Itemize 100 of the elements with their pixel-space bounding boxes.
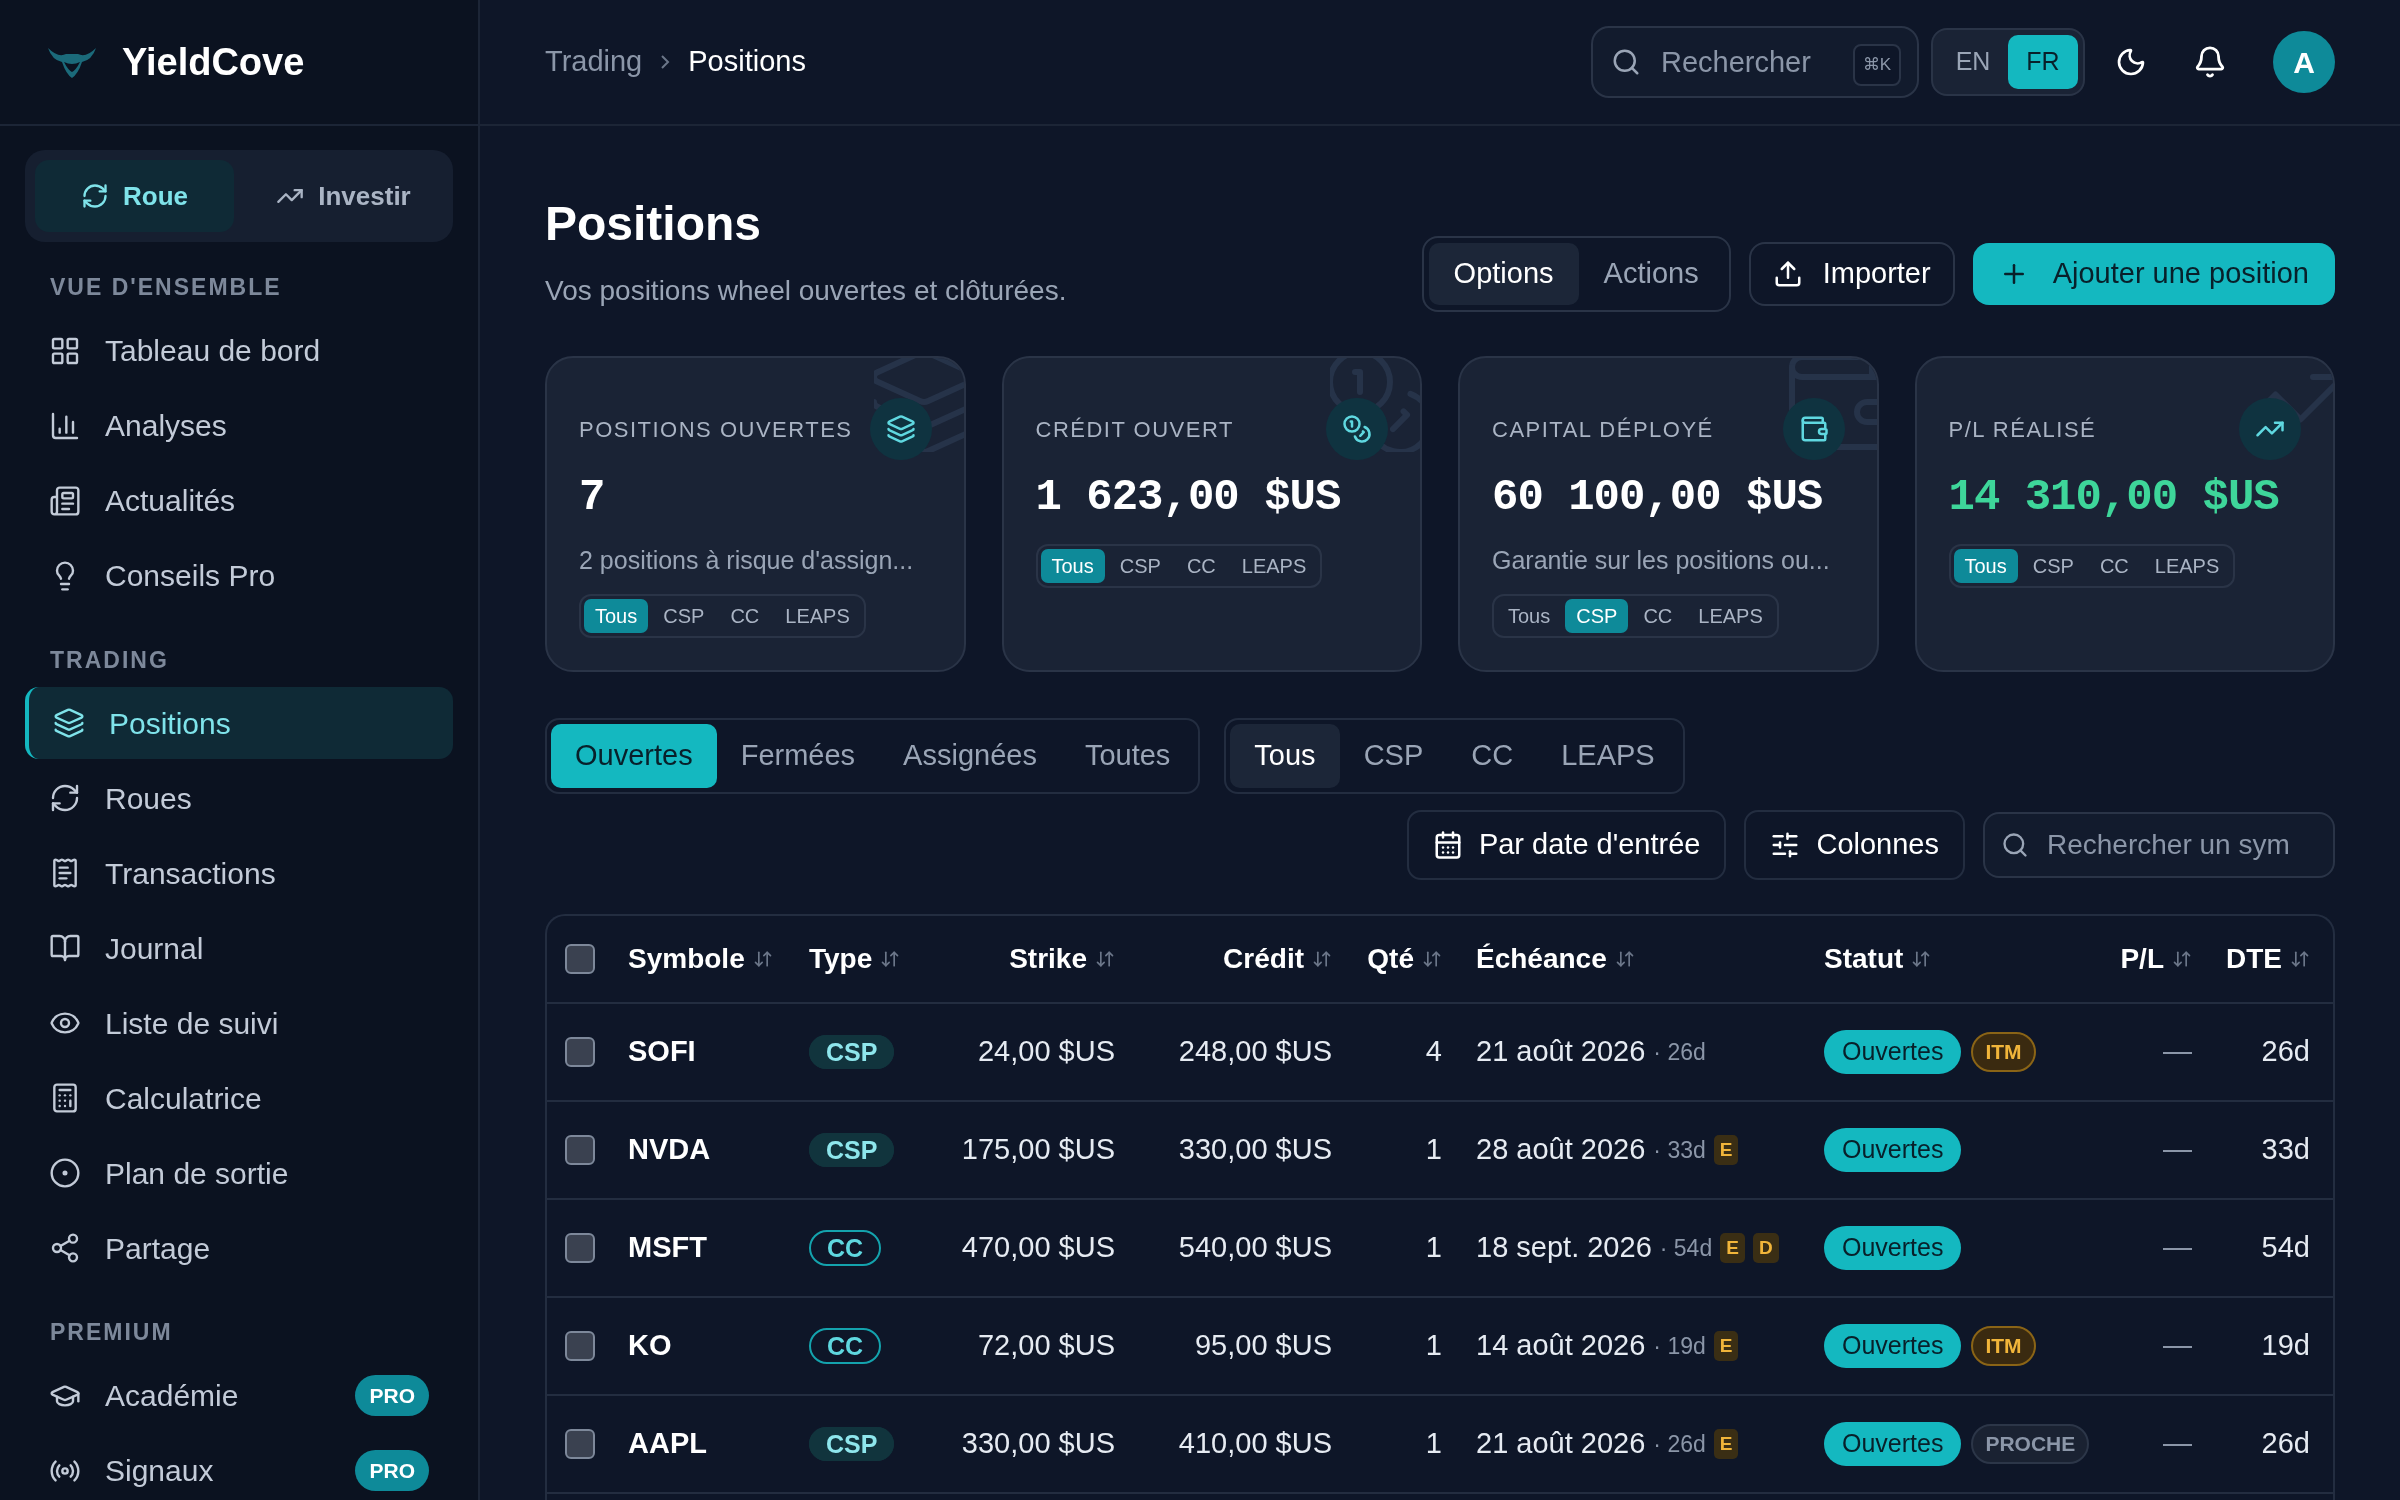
days-left: · 54d [1659,1233,1713,1263]
column-header[interactable]: Échéance [1476,938,1635,980]
filter-chip[interactable]: CC [1632,598,1684,633]
pl-cell: — [2163,1035,2192,1068]
row-checkbox[interactable] [565,1331,595,1361]
filter-chip[interactable]: Tous [584,598,649,633]
type-badge: CC [809,1230,882,1267]
filter-chip[interactable]: LEAPS [2143,549,2231,583]
notifications-icon[interactable] [2193,45,2227,79]
column-header[interactable]: Statut [1824,938,1932,980]
row-checkbox[interactable] [565,1429,595,1459]
add-position-button[interactable]: Ajouter une position [1972,243,2335,305]
nav-item[interactable]: Plan de sortie [25,1137,453,1209]
filter-chip[interactable]: CC [2088,549,2140,583]
filter-chip[interactable]: LEAPS [1230,549,1318,583]
filter-chip[interactable]: CSP [652,598,716,633]
target-icon [49,1157,81,1189]
nav-item[interactable]: Calculatrice [25,1062,453,1134]
row-checkbox[interactable] [565,1037,595,1067]
nav-item[interactable]: Partage [25,1212,453,1284]
symbol-search-field[interactable]: Rechercher un sym [1983,812,2335,878]
nav-item[interactable]: Signaux PRO [25,1434,453,1500]
row-checkbox[interactable] [565,1233,595,1263]
section-heading: PREMIUM [49,1318,174,1347]
expiry-cell-text: 21 août 2026 [1476,1034,1646,1070]
pl-cell: — [2163,1231,2192,1264]
nav-item[interactable]: Liste de suivi [25,987,453,1059]
nav-item[interactable]: Actualités [25,464,453,537]
type-tab[interactable]: CC [1447,724,1538,788]
column-header[interactable]: Type [809,938,901,980]
type-tab[interactable]: Tous [1230,724,1340,788]
mode-tab[interactable]: Roue [35,160,234,232]
columns-button[interactable]: Colonnes [1744,810,1965,880]
risk-tag: ITM [1971,1032,2036,1072]
table-row[interactable]: SOFI CSP 24,00 $US 248,00 $US 4 21 août 2026 · 26d Ouvertes ITM — 26d [547,1004,2333,1102]
type-tab[interactable]: LEAPS [1537,724,1679,788]
asset-tab[interactable]: Actions [1578,243,1724,305]
card-title: P/L RÉALISÉ [1948,415,2097,444]
sort-icon [1312,949,1332,969]
status-tab[interactable]: Toutes [1060,724,1195,788]
share-icon [49,1232,81,1264]
status-tab[interactable]: Ouvertes [551,724,717,788]
column-header[interactable]: Crédit [1223,938,1332,980]
status-tab[interactable]: Assignées [879,724,1061,788]
nav-item[interactable]: Conseils Pro [25,539,453,612]
newspaper-icon [49,484,81,517]
nav-item[interactable]: Analyses [25,389,453,462]
table-row[interactable]: MSFT CC 470,00 $US 540,00 $US 1 18 sept. 2026 · 54d E D Ouvertes — 54d [547,1200,2333,1298]
column-header[interactable]: Strike [1009,938,1115,980]
filter-chip[interactable]: LEAPS [1687,598,1774,633]
column-header[interactable]: Qté [1367,938,1442,980]
breadcrumb-link[interactable]: Trading [545,40,643,84]
filter-chip[interactable]: CSP [1565,598,1629,633]
select-all-checkbox[interactable] [565,944,595,974]
card-note: Garantie sur les positions ou... [1492,545,1831,576]
column-header[interactable]: Symbole [628,938,773,980]
nav-item[interactable]: Positions [25,687,453,759]
filter-chip[interactable]: CC [719,598,771,633]
sort-icon [2172,949,2192,969]
user-avatar[interactable]: A [2273,31,2335,93]
table-row[interactable]: NVDA CSP 175,00 $US 330,00 $US 1 28 août 2026 · 33d E Ouvertes — 33d [547,1102,2333,1200]
import-button[interactable]: Importer [1748,242,1955,306]
sort-icon [752,949,773,969]
symbol-cell: MSFT [628,1231,707,1264]
card-value: 7 [579,471,606,524]
expiry-cell-text: 21 août 2026 [1476,1426,1646,1462]
filter-chip[interactable]: Tous [1953,549,2018,583]
type-tab[interactable]: CSP [1339,724,1448,788]
nav-item[interactable]: Académie PRO [25,1359,453,1432]
theme-toggle-icon[interactable] [2115,46,2147,78]
sort-icon [1911,949,1932,969]
sort-icon [880,949,901,969]
asset-tab[interactable]: Options [1428,243,1579,305]
nav-item[interactable]: Roues [25,762,453,834]
status-tab[interactable]: Fermées [716,724,880,788]
row-checkbox[interactable] [565,1135,595,1165]
mode-tab[interactable]: Investir [244,160,443,232]
days-left: · 19d [1653,1331,1706,1361]
filter-chip[interactable]: Tous [1040,549,1105,583]
column-header[interactable]: DTE [2226,938,2310,980]
language-option[interactable]: FR [2008,35,2078,89]
dte-cell: 19d [2261,1329,2310,1362]
nav-item[interactable]: Tableau de bord [25,314,453,387]
status-badge: Ouvertes [1824,1324,1962,1368]
filter-chip[interactable]: Tous [1497,598,1562,633]
risk-tag: PROCHE [1971,1424,2090,1464]
filter-chip[interactable]: CSP [2021,549,2085,583]
table-row[interactable]: AAPL CSP 330,00 $US 410,00 $US 1 21 août 2026 · 26d E Ouvertes PROCHE — 26d [547,1396,2333,1494]
table-row[interactable]: KO CC 72,00 $US 95,00 $US 1 14 août 2026 · 19d E Ouvertes ITM — 19d [547,1298,2333,1396]
nav-item[interactable]: Journal [25,912,453,984]
quantity-cell: 1 [1425,1231,1442,1264]
quantity-cell: 1 [1425,1133,1442,1166]
column-header[interactable]: P/L [2120,938,2192,980]
sort-button[interactable]: Par date d'entrée [1406,810,1727,880]
event-flag: E [1713,1330,1739,1362]
language-option[interactable]: EN [1938,35,2008,89]
filter-chip[interactable]: CSP [1108,549,1172,583]
filter-chip[interactable]: CC [1175,549,1227,583]
nav-item[interactable]: Transactions [25,837,453,909]
filter-chip[interactable]: LEAPS [774,598,861,633]
